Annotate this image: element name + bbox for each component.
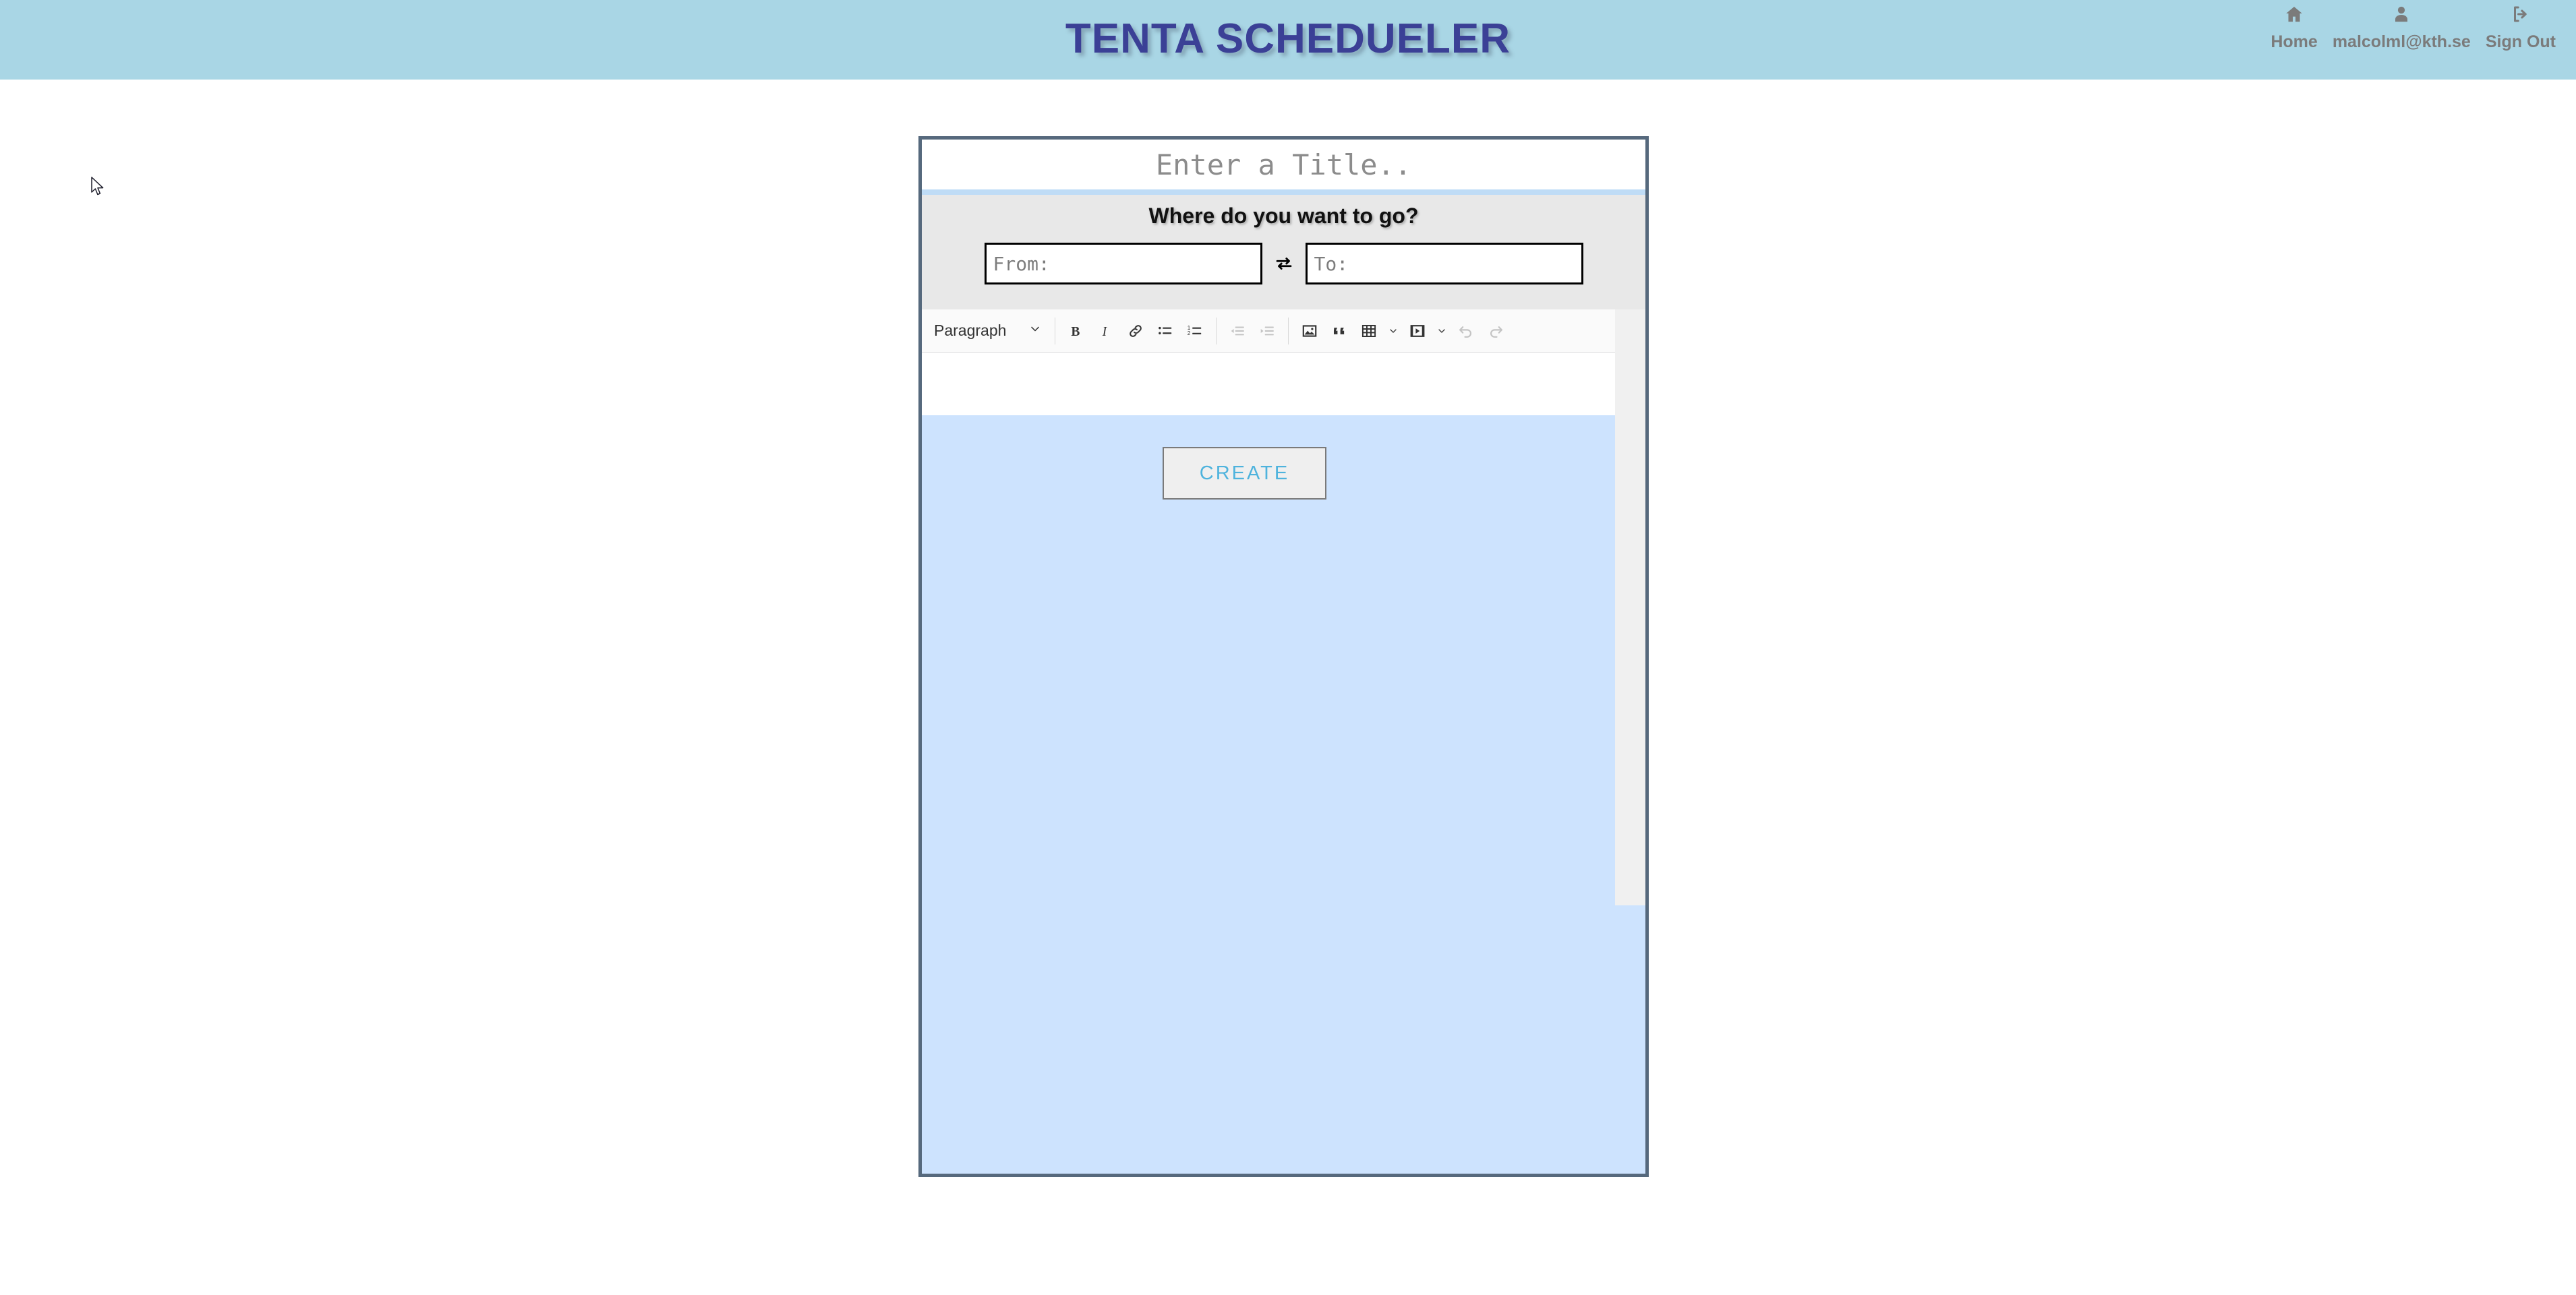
numbered-list-button[interactable]: 1 2 <box>1180 316 1210 346</box>
create-button[interactable]: CREATE <box>1163 447 1326 500</box>
chevron-down-icon <box>1028 322 1042 340</box>
nav-item-home[interactable]: Home <box>2271 3 2318 52</box>
outdent-button[interactable] <box>1223 316 1252 346</box>
blockquote-icon[interactable] <box>1324 316 1354 346</box>
nav-item-home-label: Home <box>2271 32 2318 51</box>
italic-button[interactable]: I <box>1091 316 1121 346</box>
rich-text-editor: Paragraph B I 1 2 <box>922 309 1645 894</box>
image-icon[interactable] <box>1295 316 1324 346</box>
to-input[interactable] <box>1305 243 1583 284</box>
svg-text:2: 2 <box>1188 330 1191 336</box>
toolbar-separator <box>1216 317 1217 344</box>
toolbar-separator <box>1288 317 1289 344</box>
create-trip-card: Where do you want to go? Paragraph <box>918 136 1649 1177</box>
nav-item-account-label: malcolml@kth.se <box>2332 32 2471 51</box>
editor-main: Paragraph B I 1 2 <box>922 309 1615 415</box>
scroll-down-icon[interactable] <box>1615 880 1645 903</box>
nav-actions: Home malcolml@kth.se Sign Out <box>2271 3 2556 52</box>
indent-button[interactable] <box>1252 316 1282 346</box>
app-header: TENTA SCHEDUELER Home malcolml@kth.se Si… <box>0 0 2576 80</box>
route-row <box>922 243 1645 284</box>
link-icon[interactable] <box>1121 316 1150 346</box>
table-icon[interactable] <box>1354 316 1384 346</box>
redo-icon[interactable] <box>1481 316 1511 346</box>
format-select-value: Paragraph <box>934 322 1007 339</box>
home-icon <box>2284 3 2304 26</box>
media-dropdown-chevron-down-icon[interactable] <box>1432 316 1451 346</box>
swap-horizontal-icon[interactable] <box>1262 243 1306 284</box>
nav-item-sign-out-label: Sign Out <box>2485 32 2556 51</box>
nav-item-account[interactable]: malcolml@kth.se <box>2333 3 2471 52</box>
user-icon <box>2391 3 2411 26</box>
scroll-up-icon[interactable] <box>1615 312 1645 335</box>
editor-toolbar: Paragraph B I 1 2 <box>922 309 1615 353</box>
table-dropdown-chevron-down-icon[interactable] <box>1384 316 1403 346</box>
sign-out-icon <box>2511 3 2531 26</box>
bulleted-list-button[interactable] <box>1150 316 1180 346</box>
destination-section: Where do you want to go? <box>922 195 1645 309</box>
mouse-cursor <box>90 177 108 198</box>
nav-item-sign-out[interactable]: Sign Out <box>2486 3 2556 52</box>
editor-scrollbar[interactable] <box>1615 309 1645 894</box>
bold-button[interactable]: B <box>1061 316 1091 346</box>
svg-text:B: B <box>1071 325 1080 339</box>
page-body: Where do you want to go? Paragraph <box>0 80 2576 1295</box>
page-title: TENTA SCHEDUELER <box>1065 16 1511 62</box>
title-zone <box>922 140 1645 195</box>
destination-prompt: Where do you want to go? <box>1148 204 1419 228</box>
media-icon[interactable] <box>1403 316 1432 346</box>
format-select[interactable]: Paragraph <box>927 316 1049 346</box>
title-input[interactable] <box>922 140 1645 189</box>
undo-icon[interactable] <box>1451 316 1481 346</box>
from-input[interactable] <box>984 243 1262 284</box>
editor-content-area[interactable] <box>922 353 1615 415</box>
svg-text:I: I <box>1102 325 1108 339</box>
